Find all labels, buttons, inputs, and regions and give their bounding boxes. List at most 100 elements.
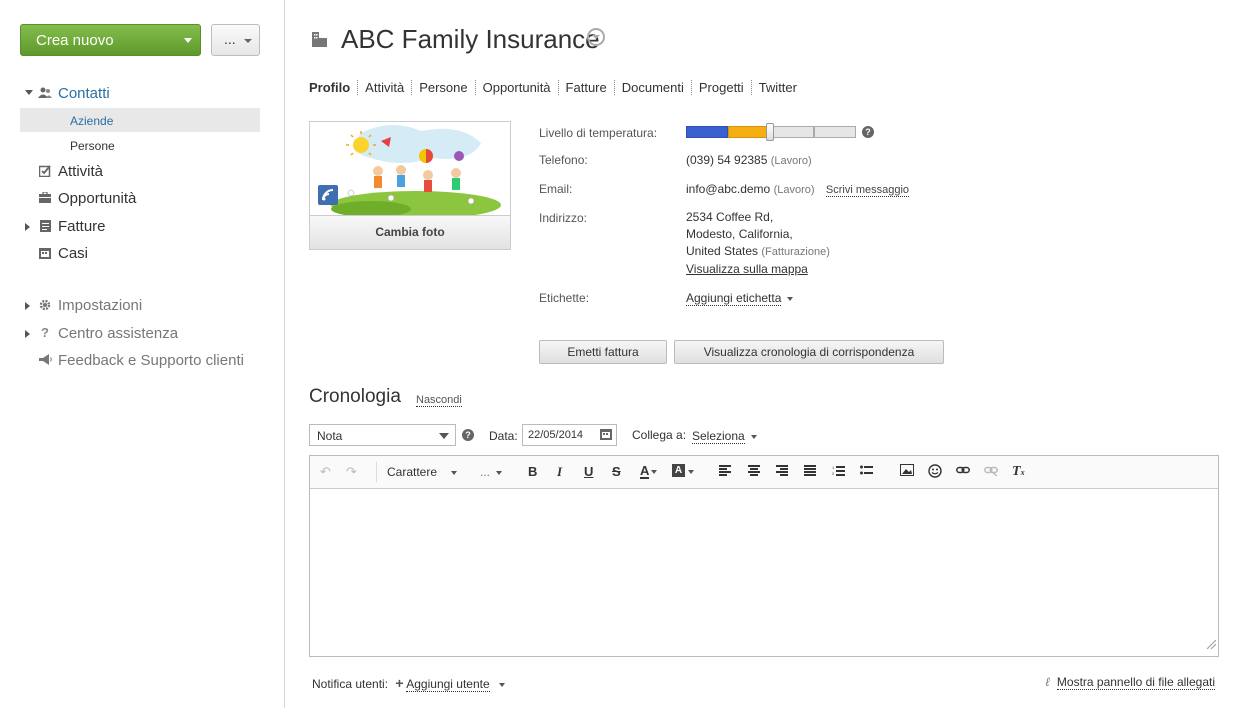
- temperature-segment-cold: [686, 126, 728, 138]
- sidebar-item-aziende[interactable]: Aziende: [20, 108, 260, 132]
- phone-number[interactable]: (039) 54 92385: [686, 153, 767, 167]
- tab-twitter[interactable]: Twitter: [750, 80, 804, 95]
- text-color-icon[interactable]: A: [640, 464, 650, 479]
- chevron-down-icon: [184, 38, 192, 43]
- align-center-icon[interactable]: [748, 464, 760, 479]
- help-icon[interactable]: ?: [862, 126, 874, 138]
- emoji-icon[interactable]: [928, 464, 942, 481]
- phone-value: (039) 54 92385 (Lavoro): [686, 152, 812, 170]
- hide-history-link[interactable]: Nascondi: [416, 394, 462, 407]
- sidebar-item-fatture[interactable]: Fatture: [20, 216, 260, 240]
- link-to-value: Seleziona: [692, 429, 745, 444]
- italic-icon[interactable]: I: [557, 464, 562, 480]
- sidebar-item-impostazioni[interactable]: Impostazioni: [20, 295, 260, 319]
- help-icon[interactable]: ?: [462, 429, 474, 441]
- sidebar-item-attivita[interactable]: Attività: [20, 161, 260, 185]
- expand-arrow-icon[interactable]: [25, 223, 30, 231]
- address-value: 2534 Coffee Rd, Modesto, California, Uni…: [686, 209, 830, 278]
- sidebar-item-casi[interactable]: Casi: [20, 243, 260, 267]
- checkbox-icon: [38, 165, 52, 180]
- redo-icon[interactable]: ↷: [346, 464, 357, 480]
- temperature-segment: [814, 126, 856, 138]
- svg-text:1: 1: [832, 465, 835, 470]
- sidebar-item-centro-assistenza[interactable]: ? Centro assistenza: [20, 323, 260, 347]
- rich-text-editor[interactable]: ↶ ↷ Carattere ... B I U S A A 12 Tx: [309, 455, 1219, 657]
- sidebar-item-label: Impostazioni: [58, 297, 143, 314]
- notify-users: Notifica utenti: + Aggiungi utente: [312, 675, 505, 692]
- phone-type: (Lavoro): [770, 155, 812, 167]
- sidebar-item-persone[interactable]: Persone: [20, 133, 260, 157]
- tab-profilo[interactable]: Profilo: [309, 80, 357, 95]
- sidebar-item-label: Fatture: [58, 218, 106, 235]
- image-icon[interactable]: [900, 464, 914, 479]
- calendar-icon: [38, 247, 52, 262]
- sidebar-item-opportunita[interactable]: Opportunità: [20, 188, 260, 212]
- add-tag-label: Aggiungi etichetta: [686, 291, 782, 306]
- sidebar-item-label: Casi: [58, 245, 89, 262]
- create-new-button[interactable]: Crea nuovo: [20, 24, 201, 56]
- bold-icon[interactable]: B: [528, 464, 537, 479]
- temperature-slider[interactable]: [686, 123, 856, 141]
- issue-invoice-button[interactable]: Emetti fattura: [539, 340, 667, 364]
- size-select[interactable]: ...: [480, 465, 503, 479]
- tab-attivita[interactable]: Attività: [357, 80, 411, 95]
- briefcase-icon: [38, 191, 52, 206]
- expand-arrow-icon[interactable]: [25, 302, 30, 310]
- sidebar-item-feedback[interactable]: Feedback e Supporto clienti: [20, 350, 260, 374]
- link-to-label: Collega a:: [632, 428, 687, 442]
- font-select[interactable]: Carattere: [387, 465, 458, 479]
- calendar-icon[interactable]: [600, 428, 612, 443]
- change-photo-button[interactable]: Cambia foto: [310, 215, 510, 249]
- email-address[interactable]: info@abc.demo: [686, 182, 770, 196]
- editor-toolbar: ↶ ↷ Carattere ... B I U S A A 12 Tx: [310, 456, 1218, 489]
- date-value: 22/05/2014: [528, 429, 584, 441]
- write-message-link[interactable]: Scrivi messaggio: [825, 184, 910, 197]
- history-type-select[interactable]: Nota: [309, 424, 456, 446]
- sidebar-item-label: Aziende: [70, 114, 114, 128]
- bullet-list-icon[interactable]: [860, 464, 873, 479]
- link-icon[interactable]: [956, 464, 970, 479]
- chevron-down-icon: [439, 433, 449, 439]
- tab-persone[interactable]: Persone: [411, 80, 474, 95]
- clear-format-icon[interactable]: Tx: [1012, 464, 1025, 480]
- link-to-dropdown[interactable]: Seleziona: [692, 429, 757, 444]
- title-dropdown-icon[interactable]: [587, 28, 605, 46]
- add-user-dropdown[interactable]: + Aggiungi utente: [395, 675, 505, 692]
- question-icon: ?: [41, 325, 49, 340]
- temperature-segment-warm: [728, 126, 771, 138]
- add-tag-dropdown[interactable]: Aggiungi etichetta: [686, 290, 794, 307]
- temperature-handle[interactable]: [766, 123, 774, 141]
- expand-arrow-icon[interactable]: [25, 90, 33, 95]
- highlight-color-icon[interactable]: A: [672, 464, 685, 477]
- temperature-segment: [771, 126, 814, 138]
- align-left-icon[interactable]: [719, 464, 731, 479]
- numbered-list-icon[interactable]: 12: [832, 464, 845, 479]
- sidebar: Crea nuovo ... Contatti Aziende Persone …: [0, 0, 285, 708]
- unlink-icon[interactable]: [984, 464, 998, 479]
- view-map-link[interactable]: Visualizza sulla mappa: [686, 262, 808, 276]
- expand-arrow-icon[interactable]: [25, 330, 30, 338]
- align-right-icon[interactable]: [776, 464, 788, 479]
- tab-fatture[interactable]: Fatture: [557, 80, 614, 95]
- date-input[interactable]: 22/05/2014: [522, 424, 617, 446]
- sidebar-item-label: Contatti: [58, 85, 110, 102]
- resize-handle-icon[interactable]: [1206, 636, 1217, 654]
- people-icon: [38, 87, 52, 102]
- gear-icon: [38, 299, 52, 314]
- undo-icon[interactable]: ↶: [320, 464, 331, 480]
- attachments-toggle[interactable]: ℓ Mostra pannello di file allegati: [1046, 675, 1215, 690]
- underline-icon[interactable]: U: [584, 464, 593, 479]
- notify-label: Notifica utenti:: [312, 677, 389, 691]
- tab-documenti[interactable]: Documenti: [613, 80, 691, 95]
- strikethrough-icon[interactable]: S: [612, 464, 621, 479]
- sidebar-item-contatti[interactable]: Contatti: [20, 83, 260, 107]
- address-line: United States: [686, 244, 759, 258]
- tab-progetti[interactable]: Progetti: [690, 80, 751, 95]
- tab-opportunita[interactable]: Opportunità: [474, 80, 558, 95]
- chevron-down-icon: [688, 470, 694, 474]
- more-actions-button[interactable]: ...: [211, 24, 260, 56]
- chevron-down-icon: [496, 470, 503, 475]
- align-justify-icon[interactable]: [804, 464, 816, 479]
- view-correspondence-button[interactable]: Visualizza cronologia di corrispondenza: [674, 340, 944, 364]
- email-value: info@abc.demo (Lavoro) Scrivi messaggio: [686, 181, 910, 199]
